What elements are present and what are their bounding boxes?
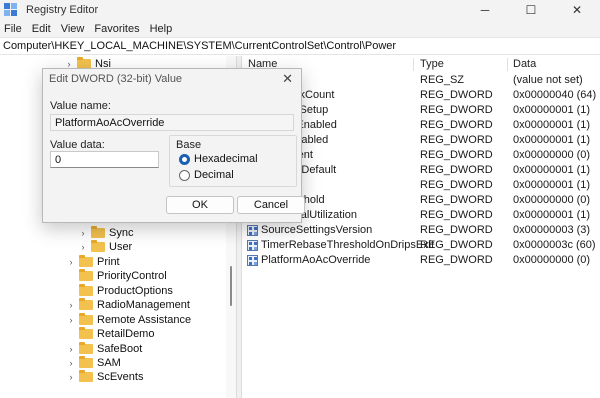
tree-item-prioritycontrol[interactable]: PriorityControl [66, 268, 167, 283]
expand-chevron-icon[interactable]: › [66, 254, 76, 269]
menu-edit[interactable]: Edit [27, 23, 56, 35]
folder-icon [91, 225, 105, 238]
menu-favorites[interactable]: Favorites [89, 23, 144, 35]
close-button[interactable]: ✕ [554, 0, 600, 20]
dword-value-icon [247, 239, 258, 251]
folder-icon [79, 355, 93, 368]
address-bar[interactable]: Computer\HKEY_LOCAL_MACHINE\SYSTEM\Curre… [0, 37, 600, 55]
tree-item-retaildemo[interactable]: RetailDemo [66, 326, 154, 341]
menu-view[interactable]: View [56, 23, 90, 35]
expand-chevron-icon[interactable]: › [78, 225, 88, 240]
expand-chevron-icon[interactable]: › [78, 239, 88, 254]
radio-selected-icon[interactable] [179, 153, 190, 165]
maximize-button[interactable]: ☐ [508, 0, 554, 20]
folder-icon [79, 369, 93, 382]
folder-icon [79, 268, 93, 281]
expand-chevron-icon[interactable]: › [66, 369, 76, 384]
folder-icon [79, 312, 93, 325]
radio-hexadecimal[interactable]: Hexadecimal [179, 153, 258, 165]
dword-value-icon [247, 224, 258, 236]
folder-icon [79, 283, 93, 296]
ok-button[interactable]: OK [166, 196, 234, 214]
folder-icon [79, 326, 93, 339]
menu-help[interactable]: Help [145, 23, 178, 35]
edit-dword-dialog: Edit DWORD (32-bit) Value ✕ Value name: … [42, 68, 305, 223]
window-title: Registry Editor [26, 4, 99, 16]
tree-item-safeboot[interactable]: › SafeBoot [66, 341, 142, 356]
expand-chevron-icon[interactable]: › [66, 312, 76, 327]
folder-icon [91, 239, 105, 252]
column-header-type[interactable]: Type [420, 58, 444, 70]
expand-chevron-icon[interactable]: › [66, 355, 76, 370]
minimize-button[interactable]: ─ [462, 0, 508, 20]
tree-item-sam[interactable]: › SAM [66, 355, 121, 370]
tree-scrollbar-thumb[interactable] [230, 266, 232, 306]
menu-bar: File Edit View Favorites Help [0, 20, 600, 37]
cancel-button[interactable]: Cancel [237, 196, 305, 214]
tree-item-remote-assistance[interactable]: › Remote Assistance [66, 312, 191, 327]
dialog-title: Edit DWORD (32-bit) Value [49, 73, 183, 85]
value-data-label: Value data: [50, 139, 105, 151]
column-divider[interactable] [413, 58, 414, 71]
dialog-close-button[interactable]: ✕ [282, 71, 293, 87]
tree-item-user[interactable]: › User [78, 239, 132, 254]
radio-decimal[interactable]: Decimal [179, 169, 234, 181]
column-header-data[interactable]: Data [513, 58, 536, 70]
folder-icon [79, 254, 93, 267]
folder-icon [79, 297, 93, 310]
tree-item-radiomanagement[interactable]: › RadioManagement [66, 297, 190, 312]
list-row[interactable]: PlatformAoAcOverride REG_DWORD 0x0000000… [243, 253, 600, 268]
expand-chevron-icon[interactable]: › [66, 341, 76, 356]
tree-item-sync[interactable]: › Sync [78, 225, 133, 240]
dword-value-icon [247, 254, 258, 266]
folder-icon [79, 341, 93, 354]
folder-icon [77, 56, 91, 69]
column-divider[interactable] [507, 58, 508, 71]
base-group-label: Base [174, 139, 204, 151]
list-row[interactable]: SourceSettingsVersion REG_DWORD 0x000000… [243, 223, 600, 238]
registry-editor-icon [4, 3, 18, 17]
title-bar: Registry Editor ─ ☐ ✕ [0, 0, 600, 20]
value-data-input[interactable]: 0 [50, 151, 159, 168]
list-row[interactable]: TimerRebaseThresholdOnDripsExit REG_DWOR… [243, 238, 600, 253]
value-name-label: Value name: [50, 100, 111, 112]
tree-item-scevents[interactable]: › ScEvents [66, 369, 143, 384]
tree-item-print[interactable]: › Print [66, 254, 120, 269]
value-name-field[interactable]: PlatformAoAcOverride [50, 114, 294, 131]
menu-file[interactable]: File [0, 23, 27, 35]
expand-chevron-icon[interactable]: › [66, 297, 76, 312]
radio-unselected-icon[interactable] [179, 169, 190, 181]
tree-item-productoptions[interactable]: ProductOptions [66, 283, 173, 298]
